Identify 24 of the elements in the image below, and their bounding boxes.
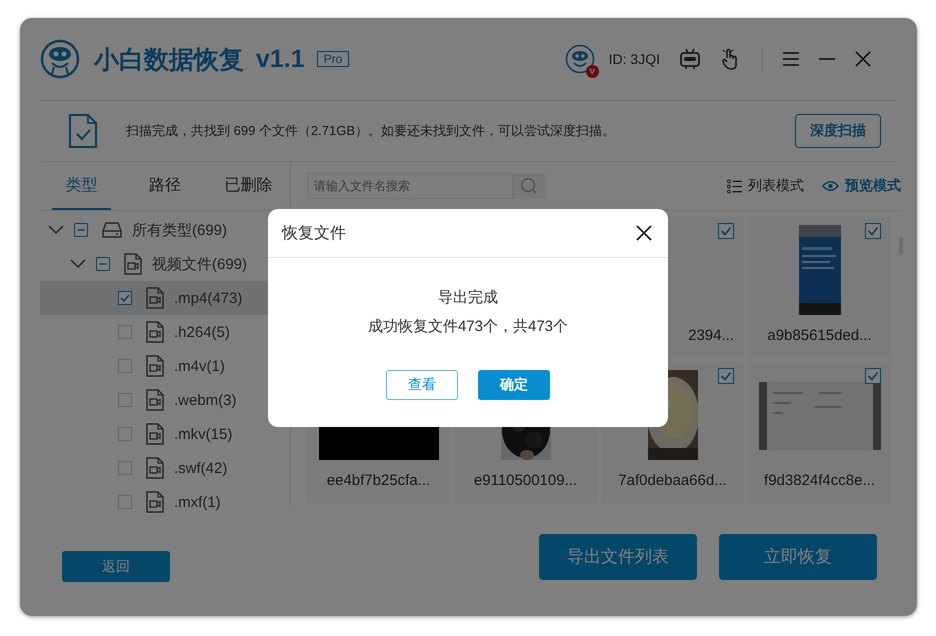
tree-label: .mp4(473) — [174, 290, 242, 306]
file-name: e9110500109... — [474, 472, 578, 489]
version-label: v1.1 — [256, 44, 305, 74]
file-name: 2394... — [688, 327, 734, 344]
file-name: a9b85615ded... — [767, 327, 872, 344]
file-name: f9d3824f4cc8e... — [764, 472, 875, 489]
tree-label: .mxf(1) — [174, 494, 221, 510]
file-name: 7af0debaa66d... — [618, 472, 727, 489]
dialog-heading: 导出完成 — [438, 288, 498, 307]
tree-label: 所有类型(699) — [132, 220, 228, 240]
file-name: ee4bf7b25cfa... — [326, 472, 430, 489]
dialog-title: 恢复文件 — [282, 224, 346, 244]
tree-label: .m4v(1) — [174, 358, 225, 374]
tree-label: .swf(42) — [174, 460, 228, 476]
app-title: 小白数据恢复 — [94, 44, 244, 76]
pro-badge: Pro — [316, 51, 350, 67]
tree-label: .mkv(15) — [174, 426, 232, 442]
vip-badge: V — [586, 65, 599, 78]
tree-label: 视频文件(699) — [152, 254, 248, 274]
tree-label: .webm(3) — [174, 392, 237, 408]
dialog-message: 成功恢复文件473个，共473个 — [368, 317, 568, 336]
tree-label: .h264(5) — [174, 324, 230, 340]
user-id: ID: 3JQI — [608, 51, 660, 67]
scan-result-message: 扫描完成，共找到 699 个文件（2.71GB）。如要还未找到文件，可以尝试深度扫描。 — [126, 122, 615, 140]
